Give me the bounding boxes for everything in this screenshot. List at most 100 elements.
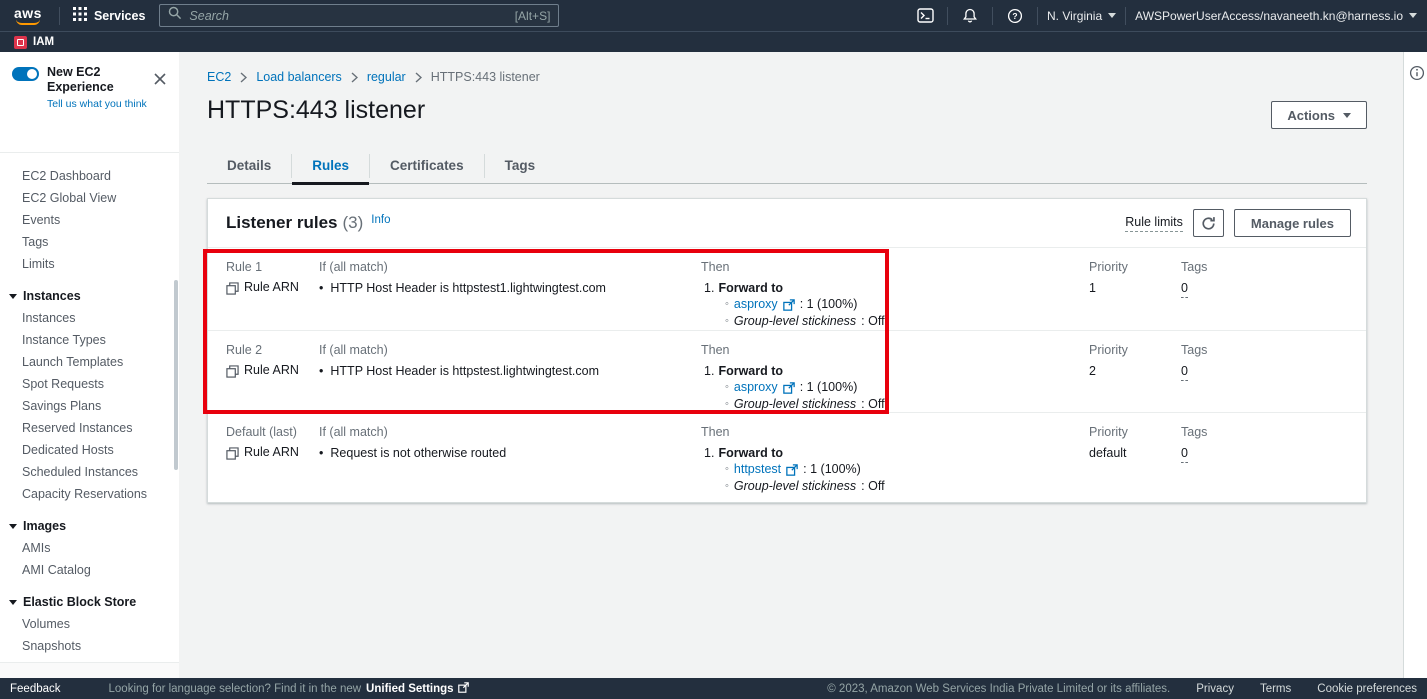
- target-weight: : 1 (100%): [800, 379, 858, 395]
- terms-link[interactable]: Terms: [1260, 683, 1291, 695]
- page-title: HTTPS:443 listener: [207, 96, 425, 125]
- divider: [992, 7, 993, 25]
- rule-condition: HTTP Host Header is httpstest1.lightwing…: [330, 280, 606, 296]
- chevron-down-icon: [1343, 113, 1351, 118]
- sidebar-item-snapshots[interactable]: Snapshots: [0, 635, 179, 657]
- privacy-link[interactable]: Privacy: [1196, 683, 1234, 695]
- external-link-icon[interactable]: [786, 464, 798, 476]
- target-group-link[interactable]: asproxy: [734, 296, 778, 313]
- global-search-box[interactable]: [Alt+S]: [159, 4, 559, 27]
- feedback-link[interactable]: Feedback: [10, 683, 61, 695]
- breadcrumb-load-balancers[interactable]: Load balancers: [256, 70, 341, 84]
- sidebar-item-launch-templates[interactable]: Launch Templates: [0, 351, 179, 373]
- sidebar-item-volumes[interactable]: Volumes: [0, 613, 179, 635]
- info-link[interactable]: Info: [371, 214, 390, 226]
- account-menu[interactable]: AWSPowerUserAccess/navaneeth.kn@harness.…: [1135, 9, 1417, 23]
- breadcrumb-current: HTTPS:443 listener: [431, 70, 540, 84]
- bullet-icon: •: [319, 363, 323, 379]
- sidebar-section-images[interactable]: Images: [0, 514, 179, 537]
- region-selector[interactable]: N. Virginia: [1047, 9, 1116, 23]
- rule-tags-count[interactable]: 0: [1181, 445, 1188, 463]
- aws-logo-text: aws: [14, 7, 42, 19]
- refresh-button[interactable]: [1193, 209, 1224, 237]
- sidebar-scrollbar[interactable]: [174, 280, 178, 470]
- sidebar-item-instances[interactable]: Instances: [0, 307, 179, 329]
- external-link-icon[interactable]: [783, 382, 795, 394]
- tags-column-header: Tags: [1181, 425, 1366, 439]
- search-input[interactable]: [189, 9, 507, 23]
- main-content: EC2 Load balancers regular HTTPS:443 lis…: [179, 52, 1403, 678]
- help-icon[interactable]: ?: [1002, 3, 1028, 29]
- target-group-link[interactable]: httpstest: [734, 461, 781, 478]
- tab-details[interactable]: Details: [207, 148, 291, 184]
- breadcrumb-ec2[interactable]: EC2: [207, 70, 231, 84]
- services-grid-icon: [73, 7, 87, 24]
- sub-bullet-icon: ◦: [725, 478, 729, 495]
- triangle-down-icon: [9, 294, 17, 299]
- tab-certificates[interactable]: Certificates: [370, 148, 484, 184]
- copy-icon[interactable]: [226, 282, 239, 295]
- sidebar-item-reserved-instances[interactable]: Reserved Instances: [0, 417, 179, 439]
- language-hint: Looking for language selection? Find it …: [109, 683, 362, 695]
- iam-label: IAM: [33, 36, 54, 48]
- manage-rules-button[interactable]: Manage rules: [1234, 209, 1351, 237]
- info-icon[interactable]: [1404, 60, 1427, 86]
- stickiness-value: : Off: [861, 313, 884, 329]
- copy-icon[interactable]: [226, 447, 239, 460]
- sidebar-item-scheduled-instances[interactable]: Scheduled Instances: [0, 461, 179, 483]
- favorite-service-iam[interactable]: IAM: [14, 36, 54, 49]
- divider: [1125, 7, 1126, 25]
- sidebar-item-amis[interactable]: AMIs: [0, 537, 179, 559]
- sidebar-section-instances[interactable]: Instances: [0, 284, 179, 307]
- new-experience-toggle[interactable]: [12, 67, 39, 81]
- notifications-bell-icon[interactable]: [957, 3, 983, 29]
- priority-column-header: Priority: [1089, 343, 1181, 357]
- sidebar-section-elastic-block-store[interactable]: Elastic Block Store: [0, 590, 179, 613]
- close-icon[interactable]: [153, 72, 167, 86]
- if-column-header: If (all match): [319, 343, 701, 357]
- unified-settings-link[interactable]: Unified Settings: [366, 682, 469, 696]
- sidebar-item-dedicated-hosts[interactable]: Dedicated Hosts: [0, 439, 179, 461]
- sidebar-item-limits[interactable]: Limits: [0, 253, 179, 275]
- search-shortcut-hint: [Alt+S]: [515, 9, 551, 23]
- sub-bullet-icon: ◦: [725, 379, 729, 396]
- search-icon: [168, 6, 182, 25]
- sidebar-item-spot-requests[interactable]: Spot Requests: [0, 373, 179, 395]
- tell-us-link[interactable]: Tell us what you think: [47, 98, 169, 110]
- sidebar-item-ec2-global-view[interactable]: EC2 Global View: [0, 187, 179, 209]
- sidebar-nav: EC2 Dashboard EC2 Global View Events Tag…: [0, 153, 179, 657]
- cookie-preferences-link[interactable]: Cookie preferences: [1317, 683, 1417, 695]
- actions-button[interactable]: Actions: [1271, 101, 1367, 129]
- sidebar-item-events[interactable]: Events: [0, 209, 179, 231]
- aws-logo[interactable]: aws: [14, 7, 42, 25]
- new-experience-banner: New EC2 Experience Tell us what you thin…: [0, 52, 179, 153]
- sidebar-item-ec2-dashboard[interactable]: EC2 Dashboard: [0, 165, 179, 187]
- copyright-text: © 2023, Amazon Web Services India Privat…: [827, 683, 1170, 695]
- copy-icon[interactable]: [226, 365, 239, 378]
- rule-arn-label: Rule ARN: [244, 280, 299, 294]
- sidebar-item-capacity-reservations[interactable]: Capacity Reservations: [0, 483, 179, 505]
- refresh-icon: [1201, 216, 1216, 231]
- tab-rules[interactable]: Rules: [292, 148, 369, 184]
- external-link-icon[interactable]: [783, 299, 795, 311]
- services-menu-button[interactable]: Services: [69, 7, 149, 24]
- tags-column-header: Tags: [1181, 260, 1366, 274]
- if-column-header: If (all match): [319, 260, 701, 274]
- breadcrumb-regular[interactable]: regular: [367, 70, 406, 84]
- sidebar-item-savings-plans[interactable]: Savings Plans: [0, 395, 179, 417]
- tab-tags[interactable]: Tags: [485, 148, 556, 184]
- cloudshell-icon[interactable]: [912, 3, 938, 29]
- triangle-down-icon: [9, 600, 17, 605]
- rule-tags-count[interactable]: 0: [1181, 363, 1188, 381]
- sidebar-item-instance-types[interactable]: Instance Types: [0, 329, 179, 351]
- target-group-link[interactable]: asproxy: [734, 379, 778, 396]
- aws-logo-swoosh: [16, 19, 40, 25]
- rule-tags-count[interactable]: 0: [1181, 280, 1188, 298]
- panel-title: Listener rules: [226, 213, 338, 233]
- rule-limits-link[interactable]: Rule limits: [1125, 215, 1183, 232]
- sidebar-item-tags[interactable]: Tags: [0, 231, 179, 253]
- stickiness-label: Group-level stickiness: [734, 313, 856, 329]
- rule-row-2: Rule 2 Rule ARN If (all match) •HTTP Hos…: [208, 330, 1366, 412]
- sub-bullet-icon: ◦: [725, 313, 729, 330]
- sidebar-item-ami-catalog[interactable]: AMI Catalog: [0, 559, 179, 581]
